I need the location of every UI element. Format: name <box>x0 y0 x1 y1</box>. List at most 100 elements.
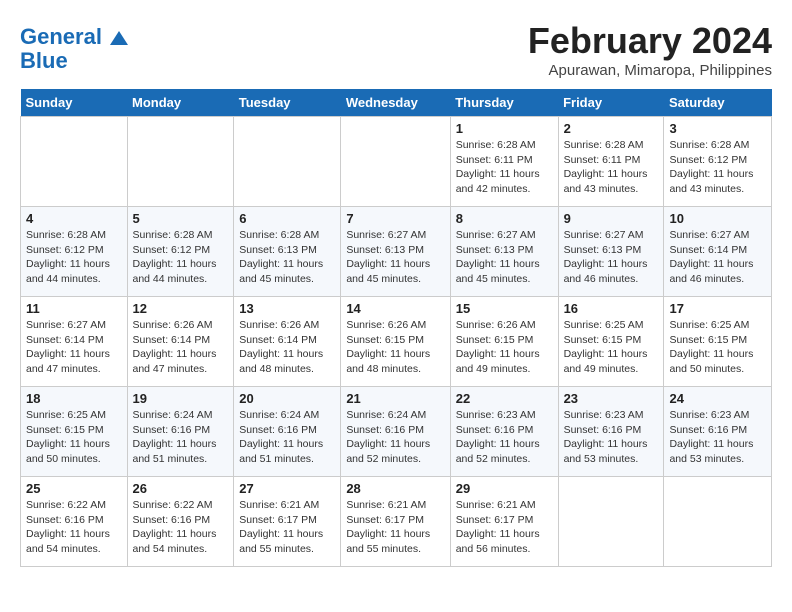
day-number: 24 <box>669 391 766 406</box>
day-number: 9 <box>564 211 659 226</box>
logo-icon <box>110 31 128 45</box>
day-info: Sunrise: 6:26 AMSunset: 6:14 PMDaylight:… <box>133 318 229 377</box>
day-info: Sunrise: 6:27 AMSunset: 6:13 PMDaylight:… <box>346 228 444 287</box>
day-info: Sunrise: 6:26 AMSunset: 6:14 PMDaylight:… <box>239 318 335 377</box>
calendar-cell: 9 Sunrise: 6:27 AMSunset: 6:13 PMDaylight… <box>558 207 664 297</box>
calendar-cell: 6 Sunrise: 6:28 AMSunset: 6:13 PMDaylight… <box>234 207 341 297</box>
day-number: 18 <box>26 391 122 406</box>
day-info: Sunrise: 6:25 AMSunset: 6:15 PMDaylight:… <box>669 318 766 377</box>
calendar-cell: 28Sunrise: 6:21 AMSunset: 6:17 PMDayligh… <box>341 477 450 567</box>
day-number: 15 <box>456 301 553 316</box>
calendar-week-2: 4 Sunrise: 6:28 AMSunset: 6:12 PMDaylight… <box>21 207 772 297</box>
calendar-cell: 27 Sunrise: 6:21 AMSunset: 6:17 PMDayligh… <box>234 477 341 567</box>
day-number: 26 <box>133 481 229 496</box>
calendar-table: SundayMondayTuesdayWednesdayThursdayFrid… <box>20 89 772 567</box>
day-info: Sunrise: 6:21 AMSunset: 6:17 PMDaylight:… <box>239 498 335 557</box>
calendar-week-5: 25 Sunrise: 6:22 AMSunset: 6:16 PMDayligh… <box>21 477 772 567</box>
calendar-cell: 12 Sunrise: 6:26 AMSunset: 6:14 PMDayligh… <box>127 297 234 387</box>
title-block: February 2024 Apurawan, Mimaropa, Philip… <box>528 20 772 79</box>
day-header-friday: Friday <box>558 89 664 117</box>
day-info: Sunrise: 6:27 AMSunset: 6:13 PMDaylight:… <box>564 228 659 287</box>
day-number: 19 <box>133 391 229 406</box>
calendar-cell <box>664 477 772 567</box>
day-number: 23 <box>564 391 659 406</box>
calendar-cell: 15 Sunrise: 6:26 AMSunset: 6:15 PMDayligh… <box>450 297 558 387</box>
day-info: Sunrise: 6:23 AMSunset: 6:16 PMDaylight:… <box>456 408 553 467</box>
calendar-cell: 7 Sunrise: 6:27 AMSunset: 6:13 PMDaylight… <box>341 207 450 297</box>
day-number: 8 <box>456 211 553 226</box>
calendar-cell: 17Sunrise: 6:25 AMSunset: 6:15 PMDayligh… <box>664 297 772 387</box>
day-number: 2 <box>564 121 659 136</box>
day-number: 1 <box>456 121 553 136</box>
day-header-sunday: Sunday <box>21 89 128 117</box>
calendar-cell: 18Sunrise: 6:25 AMSunset: 6:15 PMDayligh… <box>21 387 128 477</box>
month-year-title: February 2024 <box>528 20 772 62</box>
calendar-cell: 22 Sunrise: 6:23 AMSunset: 6:16 PMDayligh… <box>450 387 558 477</box>
day-info: Sunrise: 6:22 AMSunset: 6:16 PMDaylight:… <box>26 498 122 557</box>
calendar-cell: 2 Sunrise: 6:28 AMSunset: 6:11 PMDaylight… <box>558 117 664 207</box>
day-info: Sunrise: 6:24 AMSunset: 6:16 PMDaylight:… <box>133 408 229 467</box>
day-number: 28 <box>346 481 444 496</box>
day-number: 21 <box>346 391 444 406</box>
day-info: Sunrise: 6:28 AMSunset: 6:11 PMDaylight:… <box>564 138 659 197</box>
day-info: Sunrise: 6:26 AMSunset: 6:15 PMDaylight:… <box>456 318 553 377</box>
calendar-cell <box>127 117 234 207</box>
day-number: 29 <box>456 481 553 496</box>
day-info: Sunrise: 6:27 AMSunset: 6:14 PMDaylight:… <box>669 228 766 287</box>
day-info: Sunrise: 6:28 AMSunset: 6:12 PMDaylight:… <box>133 228 229 287</box>
day-header-monday: Monday <box>127 89 234 117</box>
day-number: 22 <box>456 391 553 406</box>
day-number: 7 <box>346 211 444 226</box>
page-header: General Blue February 2024 Apurawan, Mim… <box>20 20 772 79</box>
calendar-week-1: 1 Sunrise: 6:28 AMSunset: 6:11 PMDaylight… <box>21 117 772 207</box>
calendar-cell <box>234 117 341 207</box>
calendar-cell <box>558 477 664 567</box>
calendar-cell: 24Sunrise: 6:23 AMSunset: 6:16 PMDayligh… <box>664 387 772 477</box>
calendar-cell: 3 Sunrise: 6:28 AMSunset: 6:12 PMDaylight… <box>664 117 772 207</box>
day-number: 13 <box>239 301 335 316</box>
logo-text2: Blue <box>20 49 128 73</box>
day-info: Sunrise: 6:28 AMSunset: 6:13 PMDaylight:… <box>239 228 335 287</box>
calendar-cell: 10 Sunrise: 6:27 AMSunset: 6:14 PMDayligh… <box>664 207 772 297</box>
calendar-cell <box>341 117 450 207</box>
day-info: Sunrise: 6:28 AMSunset: 6:11 PMDaylight:… <box>456 138 553 197</box>
day-number: 5 <box>133 211 229 226</box>
day-number: 10 <box>669 211 766 226</box>
calendar-cell: 23 Sunrise: 6:23 AMSunset: 6:16 PMDayligh… <box>558 387 664 477</box>
day-info: Sunrise: 6:24 AMSunset: 6:16 PMDaylight:… <box>346 408 444 467</box>
day-info: Sunrise: 6:28 AMSunset: 6:12 PMDaylight:… <box>26 228 122 287</box>
day-number: 14 <box>346 301 444 316</box>
day-info: Sunrise: 6:26 AMSunset: 6:15 PMDaylight:… <box>346 318 444 377</box>
calendar-week-4: 18Sunrise: 6:25 AMSunset: 6:15 PMDayligh… <box>21 387 772 477</box>
day-number: 4 <box>26 211 122 226</box>
day-info: Sunrise: 6:24 AMSunset: 6:16 PMDaylight:… <box>239 408 335 467</box>
calendar-cell: 5 Sunrise: 6:28 AMSunset: 6:12 PMDaylight… <box>127 207 234 297</box>
day-number: 12 <box>133 301 229 316</box>
calendar-cell: 26 Sunrise: 6:22 AMSunset: 6:16 PMDayligh… <box>127 477 234 567</box>
calendar-cell <box>21 117 128 207</box>
calendar-cell: 20Sunrise: 6:24 AMSunset: 6:16 PMDayligh… <box>234 387 341 477</box>
calendar-cell: 11 Sunrise: 6:27 AMSunset: 6:14 PMDayligh… <box>21 297 128 387</box>
day-header-tuesday: Tuesday <box>234 89 341 117</box>
calendar-week-3: 11 Sunrise: 6:27 AMSunset: 6:14 PMDayligh… <box>21 297 772 387</box>
day-info: Sunrise: 6:28 AMSunset: 6:12 PMDaylight:… <box>669 138 766 197</box>
day-header-wednesday: Wednesday <box>341 89 450 117</box>
calendar-cell: 1 Sunrise: 6:28 AMSunset: 6:11 PMDaylight… <box>450 117 558 207</box>
day-number: 6 <box>239 211 335 226</box>
day-info: Sunrise: 6:22 AMSunset: 6:16 PMDaylight:… <box>133 498 229 557</box>
calendar-cell: 8 Sunrise: 6:27 AMSunset: 6:13 PMDaylight… <box>450 207 558 297</box>
calendar-cell: 19 Sunrise: 6:24 AMSunset: 6:16 PMDayligh… <box>127 387 234 477</box>
day-number: 27 <box>239 481 335 496</box>
logo-text: General <box>20 25 128 49</box>
calendar-cell: 29 Sunrise: 6:21 AMSunset: 6:17 PMDayligh… <box>450 477 558 567</box>
day-header-thursday: Thursday <box>450 89 558 117</box>
day-info: Sunrise: 6:27 AMSunset: 6:13 PMDaylight:… <box>456 228 553 287</box>
day-info: Sunrise: 6:21 AMSunset: 6:17 PMDaylight:… <box>456 498 553 557</box>
day-number: 3 <box>669 121 766 136</box>
day-info: Sunrise: 6:27 AMSunset: 6:14 PMDaylight:… <box>26 318 122 377</box>
calendar-cell: 4 Sunrise: 6:28 AMSunset: 6:12 PMDaylight… <box>21 207 128 297</box>
day-info: Sunrise: 6:25 AMSunset: 6:15 PMDaylight:… <box>564 318 659 377</box>
day-number: 25 <box>26 481 122 496</box>
day-number: 11 <box>26 301 122 316</box>
day-info: Sunrise: 6:23 AMSunset: 6:16 PMDaylight:… <box>564 408 659 467</box>
